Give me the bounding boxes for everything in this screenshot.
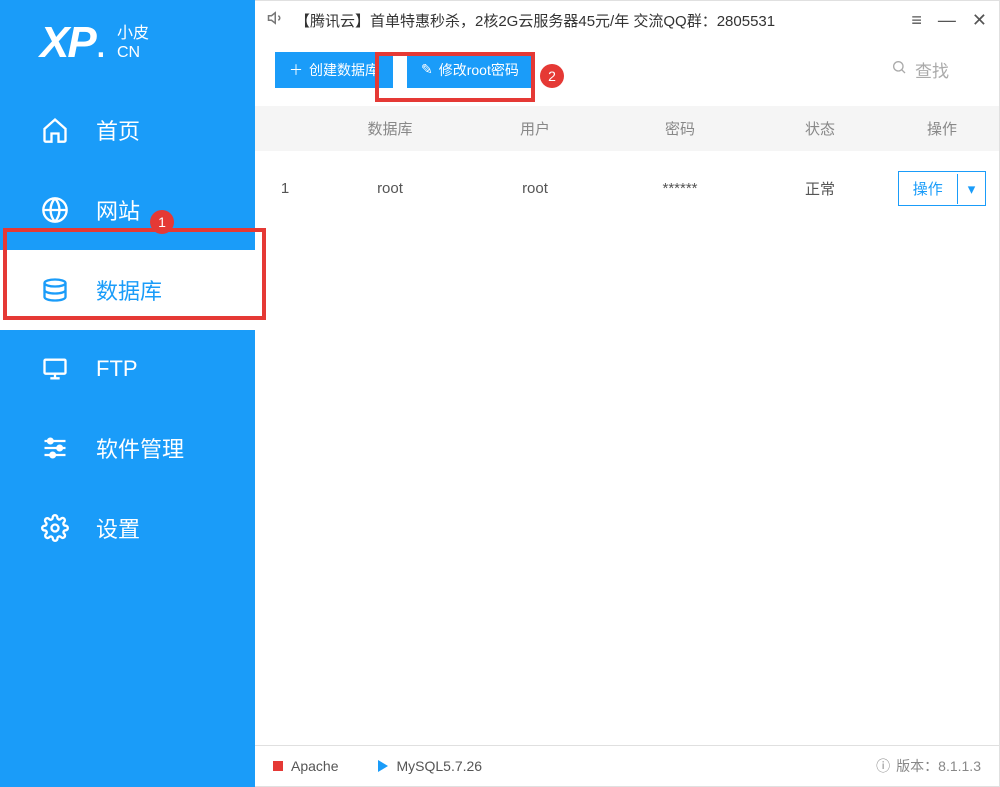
cell-action: 操作 ▾: [885, 171, 999, 206]
toolbar: ＋ 创建数据库 ✎ 修改root密码 查找: [255, 39, 999, 106]
status-apache[interactable]: Apache: [273, 758, 338, 774]
cell-status: 正常: [755, 178, 885, 199]
chevron-down-icon[interactable]: ▾: [957, 174, 986, 204]
search-box[interactable]: 查找: [861, 51, 979, 88]
sidebar-item-label: 网站: [96, 194, 140, 226]
gear-icon: [40, 513, 70, 543]
row-action-button[interactable]: 操作 ▾: [898, 171, 987, 206]
pencil-icon: ✎: [421, 61, 433, 78]
logo-xp: XP: [40, 18, 95, 68]
change-root-password-button[interactable]: ✎ 修改root密码: [407, 52, 533, 88]
col-header-password: 密码: [605, 118, 755, 139]
window-controls: ≡ — ✕: [911, 10, 987, 31]
database-icon: [40, 275, 70, 305]
monitor-icon: [40, 354, 70, 384]
annotation-badge-1: 1: [150, 210, 174, 234]
sidebar-item-label: 首页: [96, 114, 140, 146]
version-label: 版本：: [896, 756, 938, 776]
annotation-badge-2: 2: [540, 64, 564, 88]
search-label: 查找: [915, 57, 949, 82]
status-apache-label: Apache: [291, 758, 338, 774]
sidebar-item-label: 设置: [96, 512, 140, 544]
cell-idx: 1: [255, 180, 315, 197]
col-header-user: 用户: [465, 118, 605, 139]
sidebar-item-database[interactable]: 数据库: [0, 250, 255, 330]
sidebar-item-label: FTP: [96, 356, 138, 382]
sidebar-item-settings[interactable]: 设置: [0, 488, 255, 568]
plus-icon: ＋: [289, 60, 303, 80]
cell-password: ******: [605, 180, 755, 197]
home-icon: [40, 115, 70, 145]
col-header-action: 操作: [885, 118, 999, 139]
sidebar-item-website[interactable]: 网站: [0, 170, 255, 250]
logo-cn-text: CN: [117, 43, 149, 62]
info-icon: ⓘ: [876, 756, 890, 776]
sidebar-item-ftp[interactable]: FTP: [0, 330, 255, 408]
sidebar-item-label: 软件管理: [96, 432, 184, 464]
table-header: 数据库 用户 密码 状态 操作: [255, 106, 999, 151]
sidebar-item-software[interactable]: 软件管理: [0, 408, 255, 488]
logo: XP. 小皮 CN: [0, 0, 255, 90]
button-label: 创建数据库: [309, 60, 379, 80]
button-label: 修改root密码: [439, 60, 519, 80]
status-indicator-stopped: [273, 761, 283, 771]
status-mysql[interactable]: MySQL5.7.26: [378, 758, 482, 774]
main-area: 【腾讯云】首单特惠秒杀，2核2G云服务器45元/年 交流QQ群：2805531 …: [255, 0, 1000, 787]
titlebar: 【腾讯云】首单特惠秒杀，2核2G云服务器45元/年 交流QQ群：2805531 …: [255, 1, 999, 39]
titlebar-text: 【腾讯云】首单特惠秒杀，2核2G云服务器45元/年 交流QQ群：2805531: [295, 10, 775, 31]
version-info: ⓘ 版本： 8.1.1.3: [876, 756, 981, 776]
sliders-icon: [40, 433, 70, 463]
table-row: 1 root root ****** 正常 操作 ▾: [255, 151, 999, 226]
sound-icon[interactable]: [267, 9, 285, 31]
globe-icon: [40, 195, 70, 225]
col-header-status: 状态: [755, 118, 885, 139]
col-header-database: 数据库: [315, 118, 465, 139]
sidebar: XP. 小皮 CN 首页 网站 数据库 FTP 软件管理: [0, 0, 255, 787]
search-icon: [891, 59, 907, 80]
minimize-icon[interactable]: —: [938, 10, 956, 31]
sidebar-item-label: 数据库: [96, 274, 162, 306]
cell-user: root: [465, 180, 605, 197]
menu-icon[interactable]: ≡: [911, 10, 922, 31]
action-label: 操作: [899, 172, 957, 205]
status-indicator-running: [378, 760, 388, 772]
status-mysql-label: MySQL5.7.26: [396, 758, 482, 774]
version-number: 8.1.1.3: [938, 758, 981, 774]
logo-small-text: 小皮: [117, 24, 149, 43]
col-header-idx: [255, 118, 315, 139]
logo-dot: .: [95, 18, 107, 68]
create-database-button[interactable]: ＋ 创建数据库: [275, 52, 393, 88]
logo-cn: 小皮 CN: [117, 24, 149, 62]
sidebar-item-home[interactable]: 首页: [0, 90, 255, 170]
statusbar: Apache MySQL5.7.26 ⓘ 版本： 8.1.1.3: [255, 745, 999, 786]
cell-database: root: [315, 180, 465, 197]
close-icon[interactable]: ✕: [972, 10, 987, 31]
